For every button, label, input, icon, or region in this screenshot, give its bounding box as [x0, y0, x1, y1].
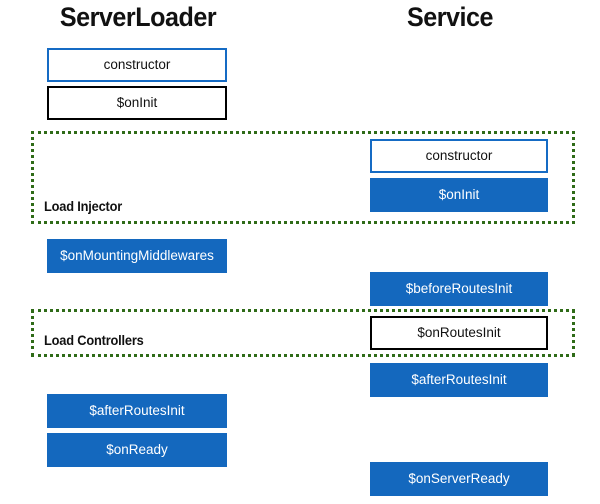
lifecycle-diagram: ServerLoader Service Load Injector Load C… [0, 0, 600, 504]
lifecycle-box: constructor [370, 139, 548, 173]
lifecycle-box: constructor [47, 48, 227, 82]
lifecycle-box: $onInit [47, 86, 227, 120]
lifecycle-box: $afterRoutesInit [370, 363, 548, 397]
column-title-serverloader: ServerLoader [59, 2, 217, 32]
lifecycle-box: $onMountingMiddlewares [47, 239, 227, 273]
column-title-service: Service [406, 2, 494, 32]
lifecycle-box: $onServerReady [370, 462, 548, 496]
lifecycle-box: $onRoutesInit [370, 316, 548, 350]
lifecycle-box: $onInit [370, 178, 548, 212]
lifecycle-box: $beforeRoutesInit [370, 272, 548, 306]
group-label: Load Injector [44, 199, 123, 214]
group-label: Load Controllers [44, 333, 144, 348]
lifecycle-box: $afterRoutesInit [47, 394, 227, 428]
lifecycle-box: $onReady [47, 433, 227, 467]
